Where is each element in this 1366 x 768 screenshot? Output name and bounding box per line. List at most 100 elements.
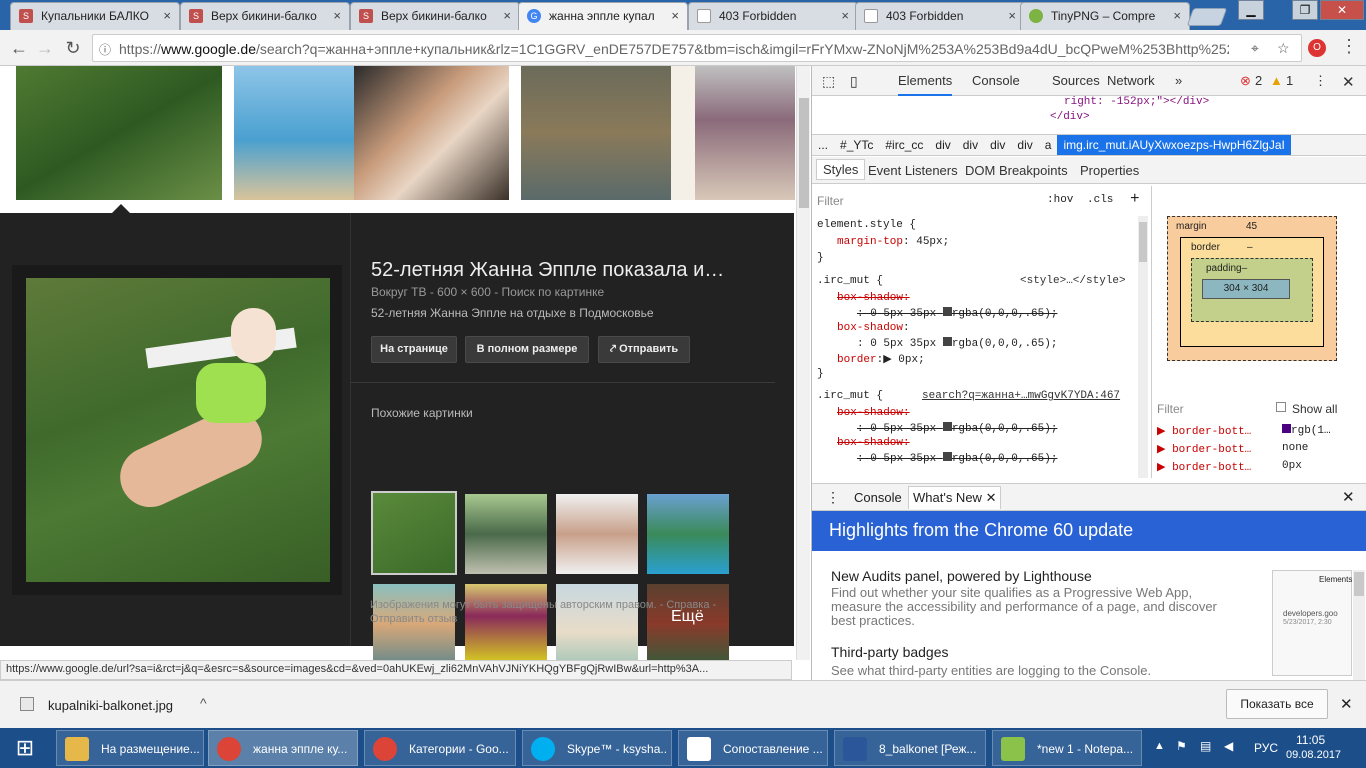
computed-row[interactable]: ▶ border-bott… bbox=[1157, 442, 1251, 456]
style-declaration[interactable]: box-shadow: bbox=[837, 437, 910, 449]
margin-value[interactable]: 45 bbox=[1246, 221, 1257, 232]
share-button[interactable]: ⤤ Отправить bbox=[598, 336, 690, 363]
tab-properties[interactable]: Properties bbox=[1080, 163, 1139, 178]
tab-network[interactable]: Network bbox=[1107, 73, 1155, 88]
computed-filter-input[interactable]: Filter bbox=[1157, 402, 1184, 416]
view-full-size-button[interactable]: В полном размере bbox=[465, 336, 589, 363]
rule-selector[interactable]: element.style { bbox=[817, 219, 916, 231]
result-thumbnail[interactable] bbox=[671, 66, 695, 200]
close-tab-icon[interactable]: × bbox=[1173, 8, 1181, 23]
style-declaration[interactable]: border:▶ 0px; bbox=[837, 352, 925, 366]
style-value[interactable]: : 0 5px 35px rgba(0,0,0,.65); bbox=[857, 422, 1057, 435]
tray-icon[interactable]: ⚑ bbox=[1176, 739, 1187, 753]
style-declaration[interactable]: margin-top: 45px; bbox=[837, 236, 949, 248]
tab-sources[interactable]: Sources bbox=[1052, 73, 1100, 88]
location-icon[interactable]: ⌖ bbox=[1251, 40, 1259, 57]
similar-image-thumbnail[interactable] bbox=[647, 494, 729, 574]
preview-title[interactable]: 52-летняя Жанна Эппле показала и… bbox=[371, 259, 724, 282]
language-indicator[interactable]: РУС bbox=[1254, 741, 1278, 755]
breadcrumb-item[interactable]: ... bbox=[812, 135, 834, 155]
taskbar-item[interactable]: жанна эппле ку... bbox=[208, 730, 358, 766]
minimize-button[interactable]: ▁ bbox=[1238, 0, 1264, 20]
browser-tab[interactable]: S Верх бикини-балко × bbox=[350, 2, 520, 30]
browser-tab[interactable]: 403 Forbidden × bbox=[855, 2, 1025, 30]
taskbar-item[interactable]: Skype™ - ksysha... bbox=[522, 730, 672, 766]
close-drawer-icon[interactable]: ✕ bbox=[1342, 488, 1355, 506]
close-shelf-icon[interactable]: ✕ bbox=[1340, 695, 1353, 713]
new-tab-button[interactable] bbox=[1186, 8, 1228, 26]
tab-styles[interactable]: Styles bbox=[816, 159, 866, 180]
show-all-downloads-button[interactable]: Показать все bbox=[1226, 689, 1328, 719]
address-bar[interactable]: ⓘ https://www.google.de/search?q=жанна+э… bbox=[92, 34, 1302, 62]
similar-image-thumbnail[interactable] bbox=[371, 491, 457, 575]
breadcrumb-item[interactable]: div bbox=[984, 135, 1011, 155]
dom-tree[interactable]: right: -152px;"></div> </div> bbox=[812, 96, 1366, 134]
restore-button[interactable]: ❐ bbox=[1292, 0, 1318, 20]
add-rule-icon[interactable]: + bbox=[1130, 190, 1140, 208]
rule-selector[interactable]: .irc_mut { bbox=[817, 275, 883, 287]
taskbar-item[interactable]: Сопоставление ... bbox=[678, 730, 828, 766]
start-button[interactable]: ⊞ bbox=[0, 728, 50, 768]
inspect-element-icon[interactable]: ⬚ bbox=[822, 73, 835, 90]
visit-page-button[interactable]: На странице bbox=[371, 336, 457, 363]
drawer-tab-console[interactable]: Console bbox=[854, 490, 902, 505]
taskbar-item[interactable]: На размещение... bbox=[56, 730, 204, 766]
style-declaration[interactable]: box-shadow: bbox=[837, 407, 910, 419]
style-value[interactable]: : 0 5px 35px rgba(0,0,0,.65); bbox=[857, 307, 1057, 320]
browser-tab[interactable]: 403 Forbidden × bbox=[688, 2, 858, 30]
computed-row[interactable]: ▶ border-bott… bbox=[1157, 424, 1251, 438]
result-thumbnail[interactable] bbox=[16, 66, 222, 200]
chevron-up-icon[interactable]: ^ bbox=[200, 695, 207, 711]
drawer-scrollbar[interactable] bbox=[1353, 570, 1365, 680]
extension-icon[interactable]: О bbox=[1308, 39, 1326, 57]
browser-tab[interactable]: S Купальники БАЛКО × bbox=[10, 2, 180, 30]
info-icon[interactable]: ⓘ bbox=[99, 41, 111, 58]
device-toolbar-icon[interactable]: ▯ bbox=[850, 73, 858, 90]
volume-icon[interactable]: ◀ bbox=[1224, 739, 1233, 753]
window-close-button[interactable]: ✕ bbox=[1320, 0, 1364, 20]
clock-time[interactable]: 11:05 bbox=[1296, 733, 1325, 747]
tray-expand-icon[interactable]: ▲ bbox=[1154, 740, 1165, 752]
preview-image[interactable] bbox=[26, 278, 330, 582]
devtools-menu-icon[interactable]: ⋮ bbox=[1314, 73, 1327, 89]
network-icon[interactable]: ▤ bbox=[1200, 739, 1211, 753]
close-tab-icon[interactable]: ✕ bbox=[986, 490, 997, 505]
page-scrollbar[interactable] bbox=[796, 66, 810, 660]
style-value[interactable]: : 0 5px 35px rgba(0,0,0,.65); bbox=[857, 337, 1057, 350]
download-filename[interactable]: kupalniki-balkonet.jpg bbox=[48, 698, 173, 713]
dom-line[interactable]: </div> bbox=[1050, 111, 1090, 123]
similar-image-thumbnail[interactable] bbox=[465, 494, 547, 574]
tab-event-listeners[interactable]: Event Listeners bbox=[868, 163, 958, 178]
show-all-checkbox[interactable] bbox=[1276, 402, 1286, 412]
computed-row[interactable]: ▶ border-bott… bbox=[1157, 460, 1251, 474]
browser-tab-active[interactable]: G жанна эппле купал × bbox=[518, 2, 688, 31]
browser-tab[interactable]: S Верх бикини-балко × bbox=[180, 2, 350, 30]
browser-tab[interactable]: TinyPNG – Compre × bbox=[1020, 2, 1190, 30]
tab-console[interactable]: Console bbox=[972, 73, 1020, 88]
taskbar-item[interactable]: Категории - Goo... bbox=[364, 730, 516, 766]
style-declaration[interactable]: box-shadow: bbox=[837, 292, 910, 304]
bookmark-star-icon[interactable]: ☆ bbox=[1277, 40, 1290, 57]
breadcrumb-item[interactable]: div bbox=[929, 135, 956, 155]
drawer-menu-icon[interactable]: ⋮ bbox=[826, 489, 840, 506]
content-size[interactable]: 304 × 304 bbox=[1202, 279, 1290, 299]
scrollbar-thumb[interactable] bbox=[799, 98, 809, 208]
tab-dom-breakpoints[interactable]: DOM Breakpoints bbox=[965, 163, 1068, 178]
rule-source-link[interactable]: <style>…</style> bbox=[1020, 275, 1126, 287]
close-tab-icon[interactable]: × bbox=[671, 8, 679, 23]
cls-toggle[interactable]: .cls bbox=[1087, 194, 1113, 206]
error-icon[interactable]: ⊗ bbox=[1240, 73, 1251, 89]
feature-title[interactable]: Third-party badges bbox=[831, 644, 949, 660]
menu-icon[interactable]: ⋮ bbox=[1340, 36, 1358, 57]
more-tabs-icon[interactable]: » bbox=[1175, 73, 1182, 88]
breadcrumb-item[interactable]: #_YTc bbox=[834, 135, 879, 155]
breadcrumb-item[interactable]: div bbox=[957, 135, 984, 155]
tab-elements[interactable]: Elements bbox=[898, 73, 953, 96]
forward-icon[interactable]: → bbox=[34, 37, 56, 59]
taskbar-item[interactable]: 8_balkonet [Реж... bbox=[834, 730, 986, 766]
close-tab-icon[interactable]: × bbox=[163, 8, 171, 23]
rule-source-link[interactable]: search?q=жанна+…mwGgvK7YDA:467 bbox=[922, 390, 1120, 402]
close-tab-icon[interactable]: × bbox=[503, 8, 511, 23]
breadcrumb-item[interactable]: #irc_cc bbox=[879, 135, 929, 155]
similar-image-thumbnail[interactable] bbox=[556, 494, 638, 574]
